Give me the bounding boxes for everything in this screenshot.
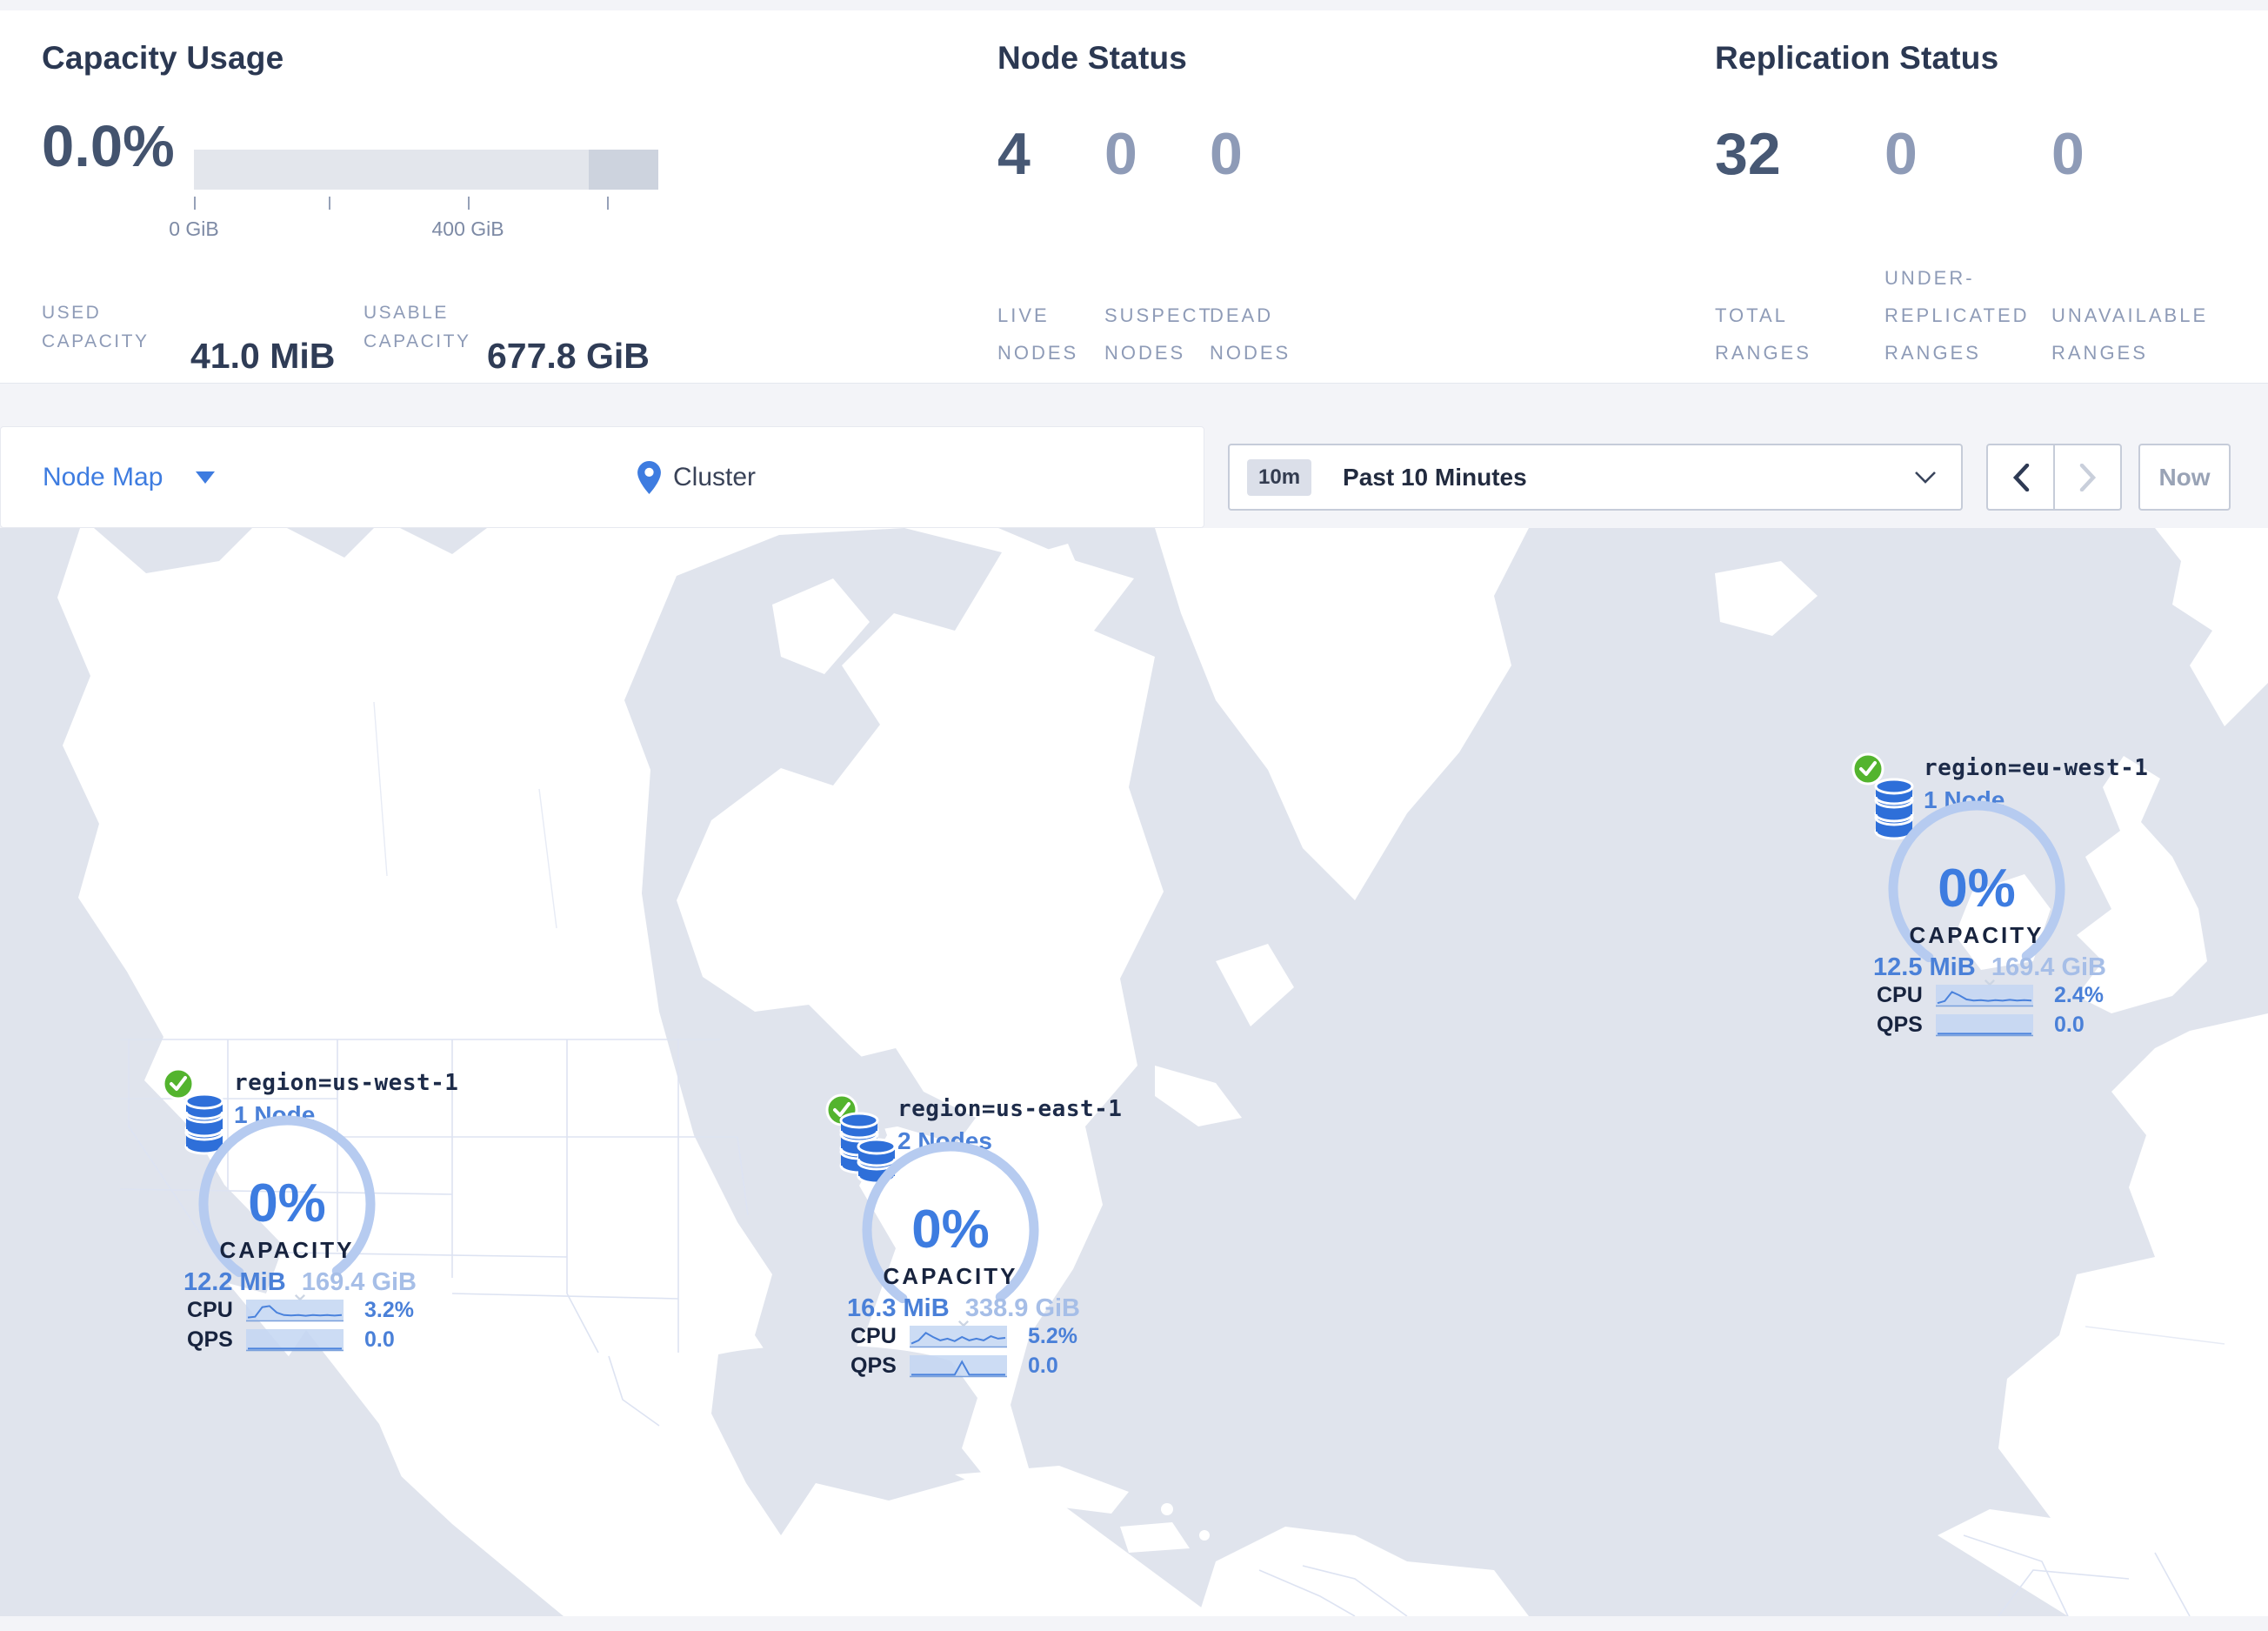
used-capacity-value: 12.2 MiB xyxy=(183,1268,286,1296)
cpu-label: CPU xyxy=(1877,982,1923,1007)
summary-stat-label: LIVE NODES xyxy=(997,304,1079,364)
cpu-value: 5.2% xyxy=(1028,1323,1077,1348)
cpu-value: 3.2% xyxy=(364,1297,414,1322)
capacity-caption: CAPACITY xyxy=(1909,922,2045,948)
summary-stat-value: 0 xyxy=(1104,121,1137,187)
chevron-down-icon xyxy=(1915,471,1936,484)
region-label: region=eu-west-1 xyxy=(1924,755,2149,781)
capacity-usage-section: Capacity Usage 0.0% 0 GiB 400 GiB USED CA… xyxy=(42,10,703,383)
summary-stat-value: 0 xyxy=(2051,121,2085,187)
usable-capacity-value: 169.4 GiB xyxy=(301,1268,417,1296)
capacity-stat-label: USED CAPACITY xyxy=(42,303,150,351)
qps-row: QPS 0.0 xyxy=(850,1354,1058,1378)
node-status-section: Node Status 4 LIVE NODES 0 SUSPECT NODES 0 DE… xyxy=(997,10,1363,383)
region-marker[interactable]: region=us-west-1 1 Node 0% CAPACITY 12.2… xyxy=(161,1063,459,1359)
summary-stat-label: TOTAL RANGES xyxy=(1715,304,1811,364)
summary-stat-label: SUSPECT NODES xyxy=(1104,304,1213,364)
region-label: region=us-west-1 xyxy=(234,1070,459,1096)
time-window-dropdown[interactable]: 10m Past 10 Minutes xyxy=(1228,444,1963,511)
cpu-label: CPU xyxy=(187,1297,233,1322)
breadcrumb[interactable]: Cluster xyxy=(637,427,756,527)
qps-sparkline xyxy=(246,1328,344,1351)
qps-row: QPS 0.0 xyxy=(187,1327,395,1352)
map-pin-icon xyxy=(637,460,661,494)
usable-capacity-value: 169.4 GiB xyxy=(1991,953,2106,981)
summary-stat-label: UNAVAILABLE RANGES xyxy=(2051,304,2209,364)
cpu-row: CPU 3.2% xyxy=(187,1298,414,1322)
node-map: region=us-west-1 1 Node 0% CAPACITY 12.2… xyxy=(0,528,2268,1616)
capacity-percent: 0% xyxy=(1938,859,2016,919)
summary-stat-value: 0 xyxy=(1884,121,1918,187)
qps-sparkline xyxy=(1936,1013,2033,1036)
cpu-value: 2.4% xyxy=(2054,982,2104,1007)
used-capacity-value: 12.5 MiB xyxy=(1873,953,1976,981)
summary-stat-label: DEAD NODES xyxy=(1210,304,1291,364)
cpu-sparkline xyxy=(910,1325,1007,1347)
summary-stat-value: 0 xyxy=(1210,121,1243,187)
qps-label: QPS xyxy=(187,1327,233,1352)
summary-stat-value: 4 xyxy=(997,121,1031,187)
replication-status-title: Replication Status xyxy=(1715,40,1999,76)
cluster-summary-bar: Capacity Usage 0.0% 0 GiB 400 GiB USED CA… xyxy=(0,10,2268,384)
cpu-sparkline xyxy=(246,1299,344,1321)
now-button[interactable]: Now xyxy=(2138,444,2231,511)
usable-capacity-value: 338.9 GiB xyxy=(964,1294,1080,1322)
qps-label: QPS xyxy=(850,1353,897,1378)
map-toolbar: Node Map Cluster xyxy=(0,426,1204,528)
qps-value: 0.0 xyxy=(364,1327,395,1352)
time-window-label: Past 10 Minutes xyxy=(1343,463,1527,491)
view-selector-dropdown[interactable]: Node Map xyxy=(43,427,216,527)
cluster-overview-page: Capacity Usage 0.0% 0 GiB 400 GiB USED CA… xyxy=(0,0,2268,1631)
previous-window-button[interactable] xyxy=(1988,445,2053,509)
cpu-row: CPU 2.4% xyxy=(1877,983,2104,1007)
replication-status-section: Replication Status 32 TOTAL RANGES 0 UNDER-… xyxy=(1715,10,2254,383)
capacity-caption: CAPACITY xyxy=(883,1263,1018,1289)
time-window-badge: 10m xyxy=(1247,458,1312,496)
breadcrumb-label: Cluster xyxy=(673,462,757,491)
next-window-button[interactable] xyxy=(2053,445,2120,509)
capacity-stat-label: USABLE CAPACITY xyxy=(364,303,471,351)
capacity-percent: 0% xyxy=(248,1173,326,1233)
time-window-pager xyxy=(1986,444,2122,511)
capacity-percent: 0% xyxy=(911,1200,990,1260)
qps-row: QPS 0.0 xyxy=(1877,1013,2085,1037)
used-capacity-value: 16.3 MiB xyxy=(847,1294,950,1322)
chevron-down-icon xyxy=(196,471,216,484)
cpu-label: CPU xyxy=(850,1323,897,1348)
region-marker[interactable]: region=us-east-1 2 Nodes 0% CAPACITY 16.… xyxy=(824,1089,1123,1385)
cpu-row: CPU 5.2% xyxy=(850,1324,1077,1348)
view-selector-label: Node Map xyxy=(43,462,163,491)
capacity-stat-value: 41.0 MiB xyxy=(190,336,336,376)
capacity-stats: USED CAPACITY 41.0 MiB USABLE CAPACITY 677.… xyxy=(42,10,703,383)
qps-value: 0.0 xyxy=(1028,1353,1058,1378)
summary-stat-label: UNDER- REPLICATED RANGES xyxy=(1884,267,2030,364)
capacity-caption: CAPACITY xyxy=(219,1237,355,1263)
capacity-stat-value: 677.8 GiB xyxy=(487,336,650,376)
qps-value: 0.0 xyxy=(2054,1012,2085,1037)
summary-stat-value: 32 xyxy=(1715,121,1781,187)
region-label: region=us-east-1 xyxy=(897,1096,1123,1122)
qps-sparkline xyxy=(910,1354,1007,1377)
node-status-title: Node Status xyxy=(997,40,1188,76)
qps-label: QPS xyxy=(1877,1012,1923,1037)
cpu-sparkline xyxy=(1936,984,2033,1006)
region-marker[interactable]: region=eu-west-1 1 Node 0% CAPACITY 12.5… xyxy=(1851,748,2149,1044)
